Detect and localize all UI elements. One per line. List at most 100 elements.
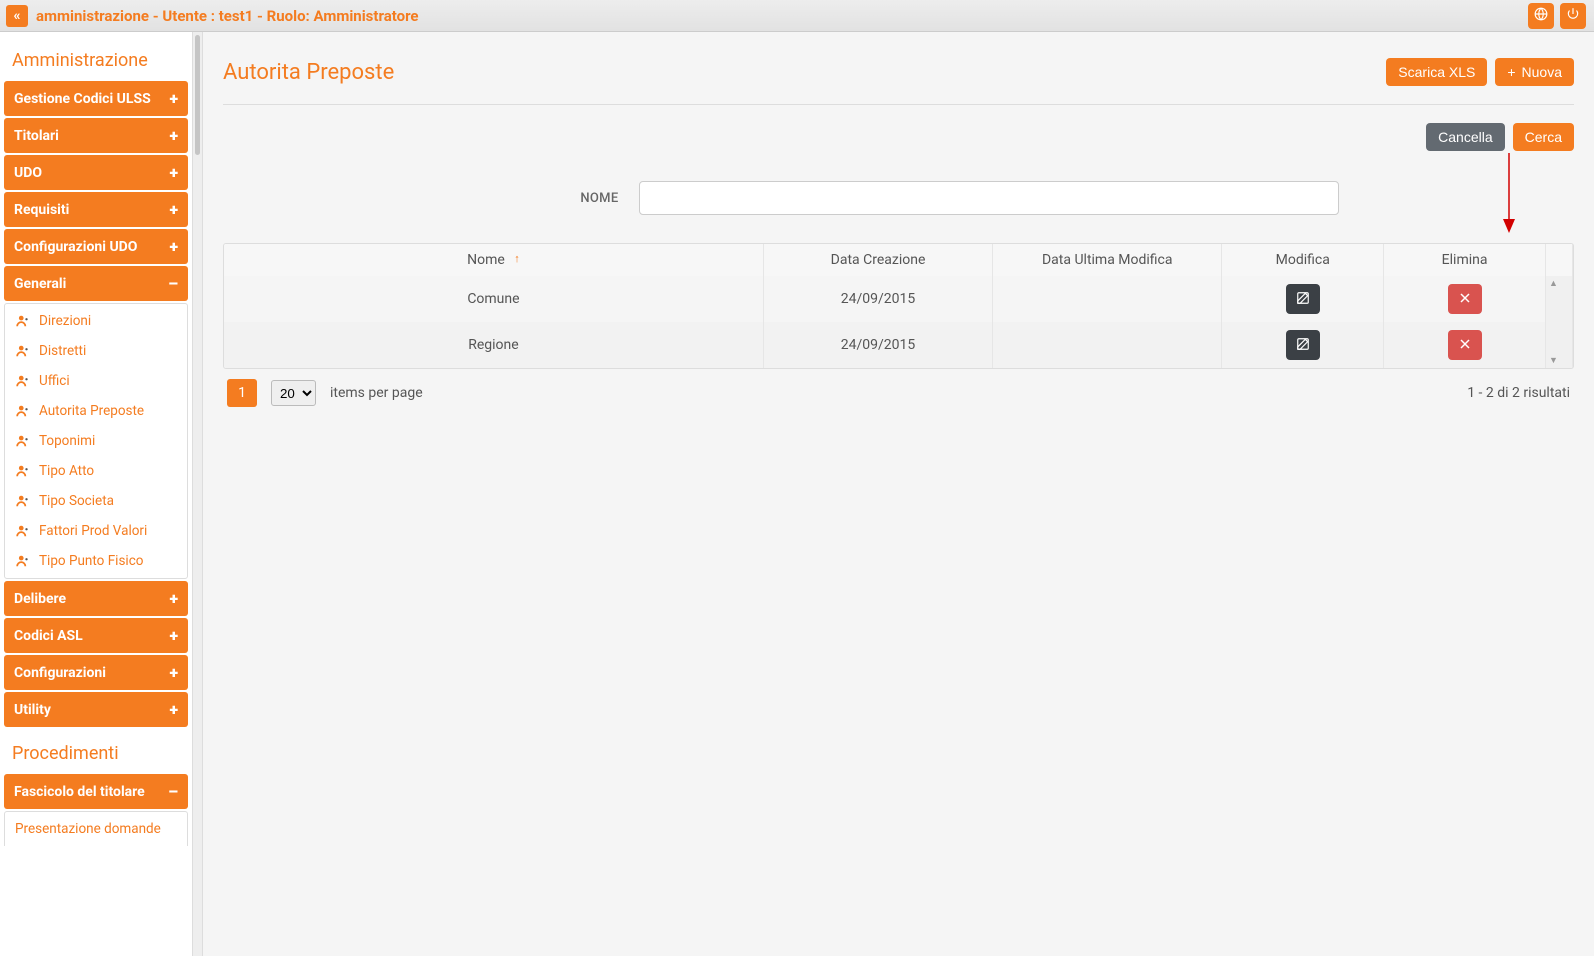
sidebar-item-label: Gestione Codici ULSS — [14, 91, 151, 107]
power-icon — [1566, 7, 1580, 25]
plus-icon: + — [169, 589, 178, 608]
sidebar-item-label: Delibere — [14, 591, 66, 607]
cell-modified — [993, 322, 1222, 368]
sidebar-subitem-direzioni[interactable]: Direzioni — [5, 306, 187, 336]
col-header-nome[interactable]: Nome ↑ — [224, 244, 763, 276]
sidebar-item-label: Requisiti — [14, 202, 69, 218]
sidebar-subitem-presentazione-domande[interactable]: Presentazione domande — [5, 814, 187, 844]
cell-delete — [1384, 322, 1546, 368]
sidebar-item-label: Configurazioni — [14, 665, 106, 681]
user-icon — [15, 434, 31, 448]
plus-icon: + — [169, 89, 178, 108]
minus-icon: – — [168, 274, 178, 293]
sidebar-item-label: Codici ASL — [14, 628, 83, 644]
per-page-label: items per page — [330, 385, 423, 401]
sidebar-subitem-uffici[interactable]: Uffici — [5, 366, 187, 396]
sidebar-item-delibere[interactable]: Delibere + — [4, 581, 188, 616]
globe-button[interactable] — [1528, 3, 1554, 29]
table-row: Comune 24/09/2015 — [224, 276, 1573, 322]
sidebar-subitem-tipo-punto-fisico[interactable]: Tipo Punto Fisico — [5, 546, 187, 576]
main-content: Autorita Preposte Scarica XLS + Nuova Ca… — [203, 32, 1594, 956]
cell-delete — [1384, 276, 1546, 322]
results-grid: Nome ↑ Data Creazione Data Ultima Modifi… — [223, 243, 1574, 369]
grid-scrollbar[interactable]: ▲▼ — [1545, 276, 1572, 368]
user-icon — [15, 404, 31, 418]
sidebar-item-titolari[interactable]: Titolari + — [4, 118, 188, 153]
sidebar-item-codici-asl[interactable]: Codici ASL + — [4, 618, 188, 653]
table-header-row: Nome ↑ Data Creazione Data Ultima Modifi… — [224, 244, 1573, 276]
pager: 1 20 items per page 1 - 2 di 2 risultati — [223, 369, 1574, 407]
sidebar-subitem-label: Tipo Societa — [39, 493, 114, 509]
sidebar-item-configurazioni[interactable]: Configurazioni + — [4, 655, 188, 690]
sidebar-item-gestione-codici-ulss[interactable]: Gestione Codici ULSS + — [4, 81, 188, 116]
sidebar-subitem-toponimi[interactable]: Toponimi — [5, 426, 187, 456]
filter-input-nome[interactable] — [639, 181, 1339, 215]
col-header-elimina[interactable]: Elimina — [1384, 244, 1546, 276]
sidebar-subitem-distretti[interactable]: Distretti — [5, 336, 187, 366]
sidebar-item-utility[interactable]: Utility + — [4, 692, 188, 727]
sidebar-item-label: Fascicolo del titolare — [14, 784, 145, 800]
page-number-current[interactable]: 1 — [227, 379, 257, 407]
edit-button[interactable] — [1286, 330, 1320, 360]
cancel-button[interactable]: Cancella — [1426, 123, 1504, 151]
delete-button[interactable] — [1448, 330, 1482, 360]
plus-icon: + — [169, 126, 178, 145]
col-header-label: Data Creazione — [831, 252, 926, 268]
sidebar-subitem-label: Toponimi — [39, 433, 95, 449]
sidebar-scrollbar[interactable] — [193, 32, 203, 956]
plus-icon: + — [169, 700, 178, 719]
sidebar-subitem-autorita-preposte[interactable]: Autorita Preposte — [5, 396, 187, 426]
sidebar-subitem-tipo-societa[interactable]: Tipo Societa — [5, 486, 187, 516]
sidebar-subitem-tipo-atto[interactable]: Tipo Atto — [5, 456, 187, 486]
sidebar-item-configurazioni-udo[interactable]: Configurazioni UDO + — [4, 229, 188, 264]
search-button[interactable]: Cerca — [1513, 123, 1574, 151]
user-icon — [15, 554, 31, 568]
grid-scroll-col — [1545, 244, 1572, 276]
topbar-actions — [1528, 3, 1588, 29]
col-header-modifica[interactable]: Modifica — [1222, 244, 1384, 276]
user-icon — [15, 494, 31, 508]
plus-icon: + — [169, 663, 178, 682]
plus-icon: + — [169, 626, 178, 645]
close-icon — [1459, 338, 1471, 353]
minus-icon: – — [168, 782, 178, 801]
col-header-data-modifica[interactable]: Data Ultima Modifica — [993, 244, 1222, 276]
export-xls-button[interactable]: Scarica XLS — [1386, 58, 1487, 86]
col-header-label: Nome — [467, 252, 505, 268]
button-label: Cancella — [1438, 129, 1492, 145]
cell-created: 24/09/2015 — [763, 322, 992, 368]
plus-icon: + — [1507, 64, 1515, 80]
sidebar-subitem-fattori-prod-valori[interactable]: Fattori Prod Valori — [5, 516, 187, 546]
sidebar-item-udo[interactable]: UDO + — [4, 155, 188, 190]
filter-label-nome: NOME — [459, 191, 639, 206]
new-button[interactable]: + Nuova — [1495, 58, 1574, 86]
col-header-data-creazione[interactable]: Data Creazione — [763, 244, 992, 276]
table-row: Regione 24/09/2015 — [224, 322, 1573, 368]
cell-nome: Regione — [224, 322, 763, 368]
sidebar-item-label: Configurazioni UDO — [14, 239, 137, 255]
cell-edit — [1222, 276, 1384, 322]
sidebar-item-generali[interactable]: Generali – — [4, 266, 188, 301]
app-title: amministrazione - Utente : test1 - Ruolo… — [36, 7, 419, 25]
topbar: « amministrazione - Utente : test1 - Ruo… — [0, 0, 1594, 32]
sidebar-item-requisiti[interactable]: Requisiti + — [4, 192, 188, 227]
submenu-fascicolo: Presentazione domande — [4, 811, 188, 846]
sidebar-item-label: Generali — [14, 276, 66, 292]
page-size-select[interactable]: 20 — [271, 380, 316, 406]
edit-button[interactable] — [1286, 284, 1320, 314]
power-button[interactable] — [1560, 3, 1586, 29]
user-icon — [15, 464, 31, 478]
sidebar-subitem-label: Autorita Preposte — [39, 403, 144, 419]
button-label: Cerca — [1525, 129, 1562, 145]
delete-button[interactable] — [1448, 284, 1482, 314]
sidebar-item-label: UDO — [14, 165, 42, 181]
col-header-label: Elimina — [1442, 252, 1488, 268]
user-icon — [15, 344, 31, 358]
sidebar-subitem-label: Fattori Prod Valori — [39, 523, 147, 539]
cell-nome: Comune — [224, 276, 763, 322]
sidebar-item-fascicolo-titolare[interactable]: Fascicolo del titolare – — [4, 774, 188, 809]
sidebar-subitem-label: Tipo Punto Fisico — [39, 553, 143, 569]
user-icon — [15, 374, 31, 388]
sidebar-section-title-admin: Amministrazione — [4, 36, 188, 81]
sidebar-collapse-button[interactable]: « — [6, 5, 28, 27]
